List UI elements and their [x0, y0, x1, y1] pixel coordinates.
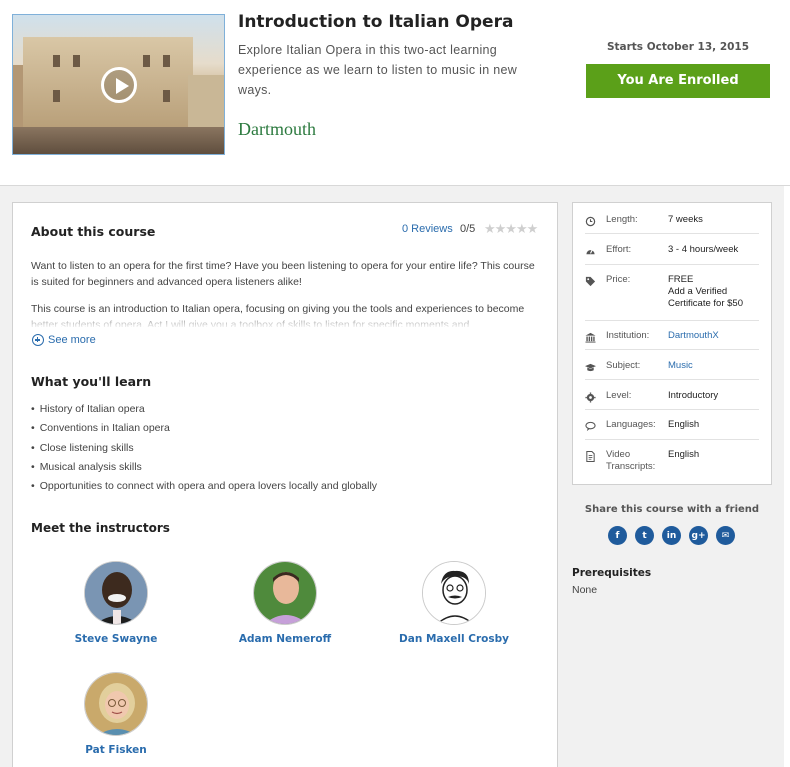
rating-score: 0/5: [460, 223, 476, 235]
about-paragraph: Want to listen to an opera for the first…: [31, 260, 535, 288]
see-more-label: See more: [48, 334, 96, 346]
thumbnail-window: [143, 55, 150, 67]
list-item: Close listening skills: [31, 439, 377, 458]
thumbnail-window: [53, 90, 60, 102]
instructor-name[interactable]: Dan Maxell Crosby: [379, 633, 529, 645]
document-icon: [586, 451, 595, 462]
speech-bubble-icon: [585, 421, 596, 432]
thumbnail-building-right: [188, 75, 224, 135]
thumbnail-window: [73, 55, 80, 67]
subject-link[interactable]: Music: [668, 360, 760, 372]
detail-label: Subject:: [606, 360, 641, 371]
page-edge: [784, 186, 790, 767]
detail-value: English: [668, 419, 700, 430]
instructor-card[interactable]: Pat Fisken: [41, 672, 191, 756]
facebook-icon[interactable]: f: [608, 526, 627, 545]
detail-length: Length: 7 weeks: [585, 214, 759, 234]
prerequisites-value: None: [572, 584, 598, 596]
detail-level: Level: Introductory: [585, 390, 759, 410]
course-header: Introduction to Italian Opera Explore It…: [0, 0, 790, 186]
detail-label: Institution:: [606, 330, 650, 341]
graduation-cap-icon: [585, 363, 596, 372]
list-item: Musical analysis skills: [31, 458, 377, 477]
price-verified-line2: Certificate for $50: [668, 298, 743, 309]
detail-value: 3 - 4 hours/week: [668, 244, 739, 255]
gear-icon: [585, 392, 596, 403]
thumbnail-window: [163, 55, 170, 67]
course-title: Introduction to Italian Opera: [238, 12, 514, 32]
detail-label: Languages:: [606, 419, 656, 430]
clock-icon: [585, 216, 596, 227]
detail-value: English: [668, 449, 700, 460]
instructor-card[interactable]: Adam Nemeroff: [210, 561, 360, 645]
avatar[interactable]: [84, 672, 148, 736]
detail-label: Length:: [606, 214, 638, 225]
reviews-link[interactable]: 0 Reviews: [402, 223, 453, 235]
twitter-icon[interactable]: t: [635, 526, 654, 545]
detail-value-price: FREE Add a Verified Certificate for $50: [668, 274, 760, 310]
instructors-heading: Meet the instructors: [31, 521, 170, 535]
avatar-adam-nemeroff: [254, 562, 316, 624]
instructor-card[interactable]: Dan Maxell Crosby: [379, 561, 529, 645]
list-item: Conventions in Italian opera: [31, 419, 377, 438]
text-fade-overlay: [31, 313, 541, 329]
thumbnail-street: [13, 127, 224, 154]
share-buttons: f t in g+ ✉: [608, 526, 735, 545]
detail-price: Price: FREE Add a Verified Certificate f…: [585, 274, 759, 321]
instructor-name[interactable]: Steve Swayne: [41, 633, 191, 645]
detail-languages: Languages: English: [585, 419, 759, 440]
enrolled-button[interactable]: You Are Enrolled: [586, 64, 770, 98]
about-heading: About this course: [31, 224, 156, 239]
detail-effort: Effort: 3 - 4 hours/week: [585, 244, 759, 265]
dartmouth-logo[interactable]: Dartmouth: [238, 119, 316, 140]
instructor-card[interactable]: Steve Swayne: [41, 561, 191, 645]
avatar[interactable]: [253, 561, 317, 625]
avatar[interactable]: [422, 561, 486, 625]
course-video-thumbnail[interactable]: [12, 14, 225, 155]
institution-link[interactable]: DartmouthX: [668, 330, 760, 342]
detail-subject: Subject: Music: [585, 360, 759, 380]
detail-label: Level:: [606, 390, 632, 401]
detail-transcripts: Video Transcripts: English: [585, 449, 759, 477]
list-item: Opportunities to connect with opera and …: [31, 477, 377, 496]
avatar[interactable]: [84, 561, 148, 625]
thumbnail-window: [53, 55, 60, 67]
course-details-sidebar: Length: 7 weeks Effort: 3 - 4 hours/week…: [572, 202, 772, 485]
avatar-steve-swayne: [85, 562, 147, 624]
google-plus-icon[interactable]: g+: [689, 526, 708, 545]
detail-label: Effort:: [606, 244, 632, 255]
detail-label: Price:: [606, 274, 631, 285]
thumbnail-window: [163, 90, 170, 102]
email-icon[interactable]: ✉: [716, 526, 735, 545]
avatar-pat-fisken: [85, 673, 147, 735]
course-main-card: About this course 0 Reviews 0/5 ★★★★★ Wa…: [12, 202, 558, 767]
tag-icon: [585, 276, 596, 287]
plus-circle-icon: [32, 334, 44, 346]
instructor-name[interactable]: Pat Fisken: [41, 744, 191, 756]
prerequisites-heading: Prerequisites: [572, 567, 652, 579]
institution-icon: [585, 332, 596, 343]
avatar-dan-maxell-crosby: [423, 562, 485, 624]
learn-heading: What you'll learn: [31, 374, 152, 389]
instructor-name[interactable]: Adam Nemeroff: [210, 633, 360, 645]
rating-stars-icon: ★★★★★: [484, 221, 538, 236]
play-icon[interactable]: [101, 67, 137, 103]
start-date: Starts October 13, 2015: [606, 41, 750, 53]
course-description: Explore Italian Opera in this two-act le…: [238, 43, 518, 97]
list-item: History of Italian opera: [31, 400, 377, 419]
share-heading: Share this course with a friend: [584, 504, 760, 515]
see-more-link[interactable]: See more: [32, 334, 96, 346]
detail-institution: Institution: DartmouthX: [585, 330, 759, 350]
price-free: FREE: [668, 274, 694, 285]
detail-value: Introductory: [668, 390, 719, 401]
transcripts-label-line1: Video: [606, 449, 631, 460]
price-verified-line1: Add a Verified: [668, 286, 728, 297]
detail-value: 7 weeks: [668, 214, 703, 225]
gauge-icon: [586, 249, 595, 255]
detail-label: Video Transcripts:: [606, 449, 666, 473]
learn-list: History of Italian opera Conventions in …: [31, 400, 377, 496]
linkedin-icon[interactable]: in: [662, 526, 681, 545]
transcripts-label-line2: Transcripts:: [606, 461, 656, 472]
